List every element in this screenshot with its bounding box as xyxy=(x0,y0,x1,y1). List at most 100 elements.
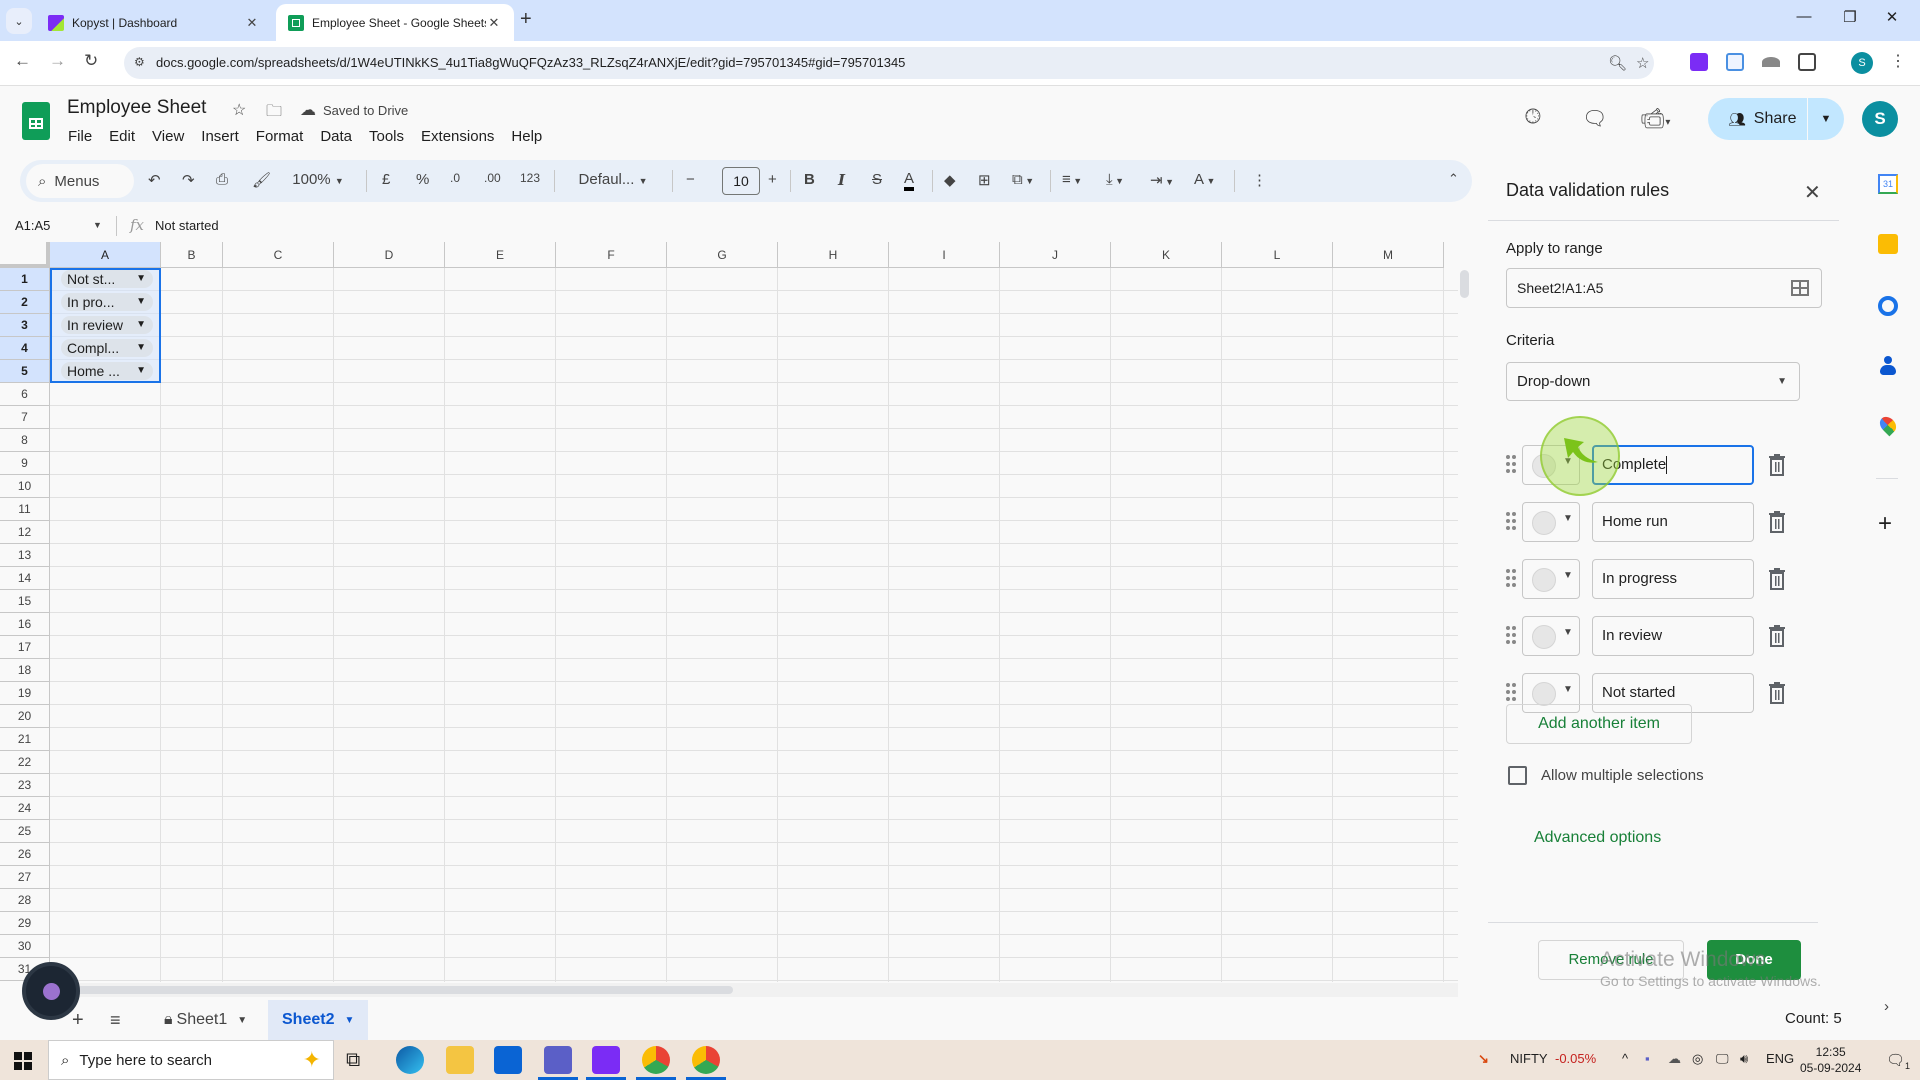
percent-button[interactable]: % xyxy=(416,171,429,188)
dropdown-chip-a2[interactable]: In pro... ▼ xyxy=(61,293,153,311)
row-header-5[interactable]: 5 xyxy=(0,360,50,383)
bookmark-star-icon[interactable]: ☆ xyxy=(1636,54,1649,72)
print-icon[interactable]: ⎙ xyxy=(216,171,228,188)
column-header-d[interactable]: D xyxy=(334,242,445,268)
row-header-13[interactable]: 13 xyxy=(0,544,50,567)
more-options-icon[interactable]: ⋮ xyxy=(1252,171,1267,189)
back-button[interactable]: ← xyxy=(14,51,31,71)
move-folder-icon[interactable]: 🗀 xyxy=(266,100,282,127)
network-icon[interactable]: 🖵︎ xyxy=(1716,1051,1729,1067)
item-color-picker[interactable]: ▼ xyxy=(1522,559,1580,599)
row-header-24[interactable]: 24 xyxy=(0,797,50,820)
row-header-4[interactable]: 4 xyxy=(0,337,50,360)
row-header-22[interactable]: 22 xyxy=(0,751,50,774)
teams-icon[interactable] xyxy=(538,1046,578,1080)
forward-button[interactable]: → xyxy=(49,51,66,71)
meet-icon[interactable]: 📹︎▾ xyxy=(1640,106,1670,131)
menu-format[interactable]: Format xyxy=(256,128,304,145)
share-button[interactable]: 👥︎ Share ▼ xyxy=(1708,98,1844,140)
name-box-dropdown-icon[interactable]: ▼ xyxy=(93,220,102,230)
item-input[interactable]: Home run xyxy=(1592,502,1754,542)
menu-extensions[interactable]: Extensions xyxy=(421,128,494,145)
row-header-21[interactable]: 21 xyxy=(0,728,50,751)
scroll-thumb[interactable] xyxy=(50,986,733,994)
add-another-item-button[interactable]: Add another item xyxy=(1506,704,1692,744)
chrome-profile-a-icon[interactable] xyxy=(636,1046,676,1080)
dropdown-chip-a3[interactable]: In review ▼ xyxy=(61,316,153,334)
menu-tools[interactable]: Tools xyxy=(369,128,404,145)
row-header-7[interactable]: 7 xyxy=(0,406,50,429)
row-header-10[interactable]: 10 xyxy=(0,475,50,498)
spreadsheet-grid[interactable]: ABCDEFGHIJKLM 1 2 3 4 5 6 7 8 9 10 11 12 13 14 15 16 17 1… xyxy=(0,242,1458,982)
get-addons-icon[interactable]: + xyxy=(1878,510,1892,538)
file-explorer-icon[interactable] xyxy=(446,1046,474,1074)
paint-format-icon[interactable]: 🖌︎ xyxy=(252,171,271,189)
row-header-26[interactable]: 26 xyxy=(0,843,50,866)
row-header-17[interactable]: 17 xyxy=(0,636,50,659)
font-size-increase-button[interactable]: + xyxy=(768,171,777,188)
share-dropdown-icon[interactable]: ▼ xyxy=(1808,113,1844,125)
number-format-button[interactable]: 123 xyxy=(520,171,540,185)
extensions-puzzle-icon[interactable] xyxy=(1798,53,1816,71)
browser-tab-kopyst[interactable]: Kopyst | Dashboard ✕ xyxy=(36,4,272,41)
taskbar-search[interactable]: ⌕ Type here to search ✦ xyxy=(48,1040,334,1080)
bold-button[interactable]: B xyxy=(804,171,815,188)
tasks-icon[interactable] xyxy=(1878,296,1898,316)
all-sheets-button[interactable]: ≡ xyxy=(96,1000,135,1040)
new-tab-button[interactable]: + xyxy=(520,8,532,31)
comments-icon[interactable]: 🗨︎ xyxy=(1582,106,1607,131)
volume-icon[interactable]: 🔊︎ xyxy=(1740,1051,1748,1067)
column-header-g[interactable]: G xyxy=(667,242,778,268)
delete-item-icon[interactable] xyxy=(1768,568,1786,590)
selection-count[interactable]: Count: 5 xyxy=(1785,1010,1842,1027)
show-side-panel-icon[interactable]: › xyxy=(1884,998,1889,1015)
increase-decimal-button[interactable]: .00 xyxy=(484,171,501,185)
italic-button[interactable]: I xyxy=(838,171,845,189)
onedrive-icon[interactable]: ☁ xyxy=(1668,1051,1681,1067)
row-header-30[interactable]: 30 xyxy=(0,935,50,958)
vertical-scrollbar[interactable] xyxy=(1460,270,1469,298)
criteria-select[interactable]: Drop-down ▼ xyxy=(1506,362,1800,401)
tab-search-button[interactable]: ⌄ xyxy=(6,8,32,34)
column-header-m[interactable]: M xyxy=(1333,242,1444,268)
drag-handle-icon[interactable] xyxy=(1506,512,1518,532)
keep-icon[interactable] xyxy=(1878,234,1898,254)
sheets-logo[interactable] xyxy=(22,102,50,140)
account-avatar[interactable]: S xyxy=(1862,101,1898,137)
close-tab-icon[interactable]: ✕ xyxy=(486,15,502,31)
row-header-19[interactable]: 19 xyxy=(0,682,50,705)
row-header-14[interactable]: 14 xyxy=(0,567,50,590)
menu-view[interactable]: View xyxy=(152,128,184,145)
restore-button[interactable]: ❐ xyxy=(1830,8,1870,26)
row-header-25[interactable]: 25 xyxy=(0,820,50,843)
row-header-15[interactable]: 15 xyxy=(0,590,50,613)
row-header-23[interactable]: 23 xyxy=(0,774,50,797)
drag-handle-icon[interactable] xyxy=(1506,683,1518,703)
text-color-icon[interactable]: A xyxy=(904,171,915,191)
clock[interactable]: 12:35 05-09-2024 xyxy=(1800,1044,1861,1076)
formula-input[interactable]: Not started xyxy=(155,218,219,233)
camera-icon[interactable]: ◎ xyxy=(1692,1051,1703,1067)
column-header-k[interactable]: K xyxy=(1111,242,1222,268)
browser-profile-avatar[interactable]: S xyxy=(1851,52,1873,74)
text-rotation-icon[interactable]: A ▼ xyxy=(1194,171,1215,188)
vertical-align-icon[interactable]: ⤓ ▼ xyxy=(1106,171,1124,188)
row-header-28[interactable]: 28 xyxy=(0,889,50,912)
chrome-profile-s-icon[interactable] xyxy=(686,1046,726,1080)
column-header-j[interactable]: J xyxy=(1000,242,1111,268)
menu-help[interactable]: Help xyxy=(511,128,542,145)
drag-handle-icon[interactable] xyxy=(1506,569,1518,589)
reload-button[interactable]: ↻ xyxy=(84,51,98,71)
delete-item-icon[interactable] xyxy=(1768,454,1786,476)
select-all-corner[interactable] xyxy=(0,242,50,268)
sheet-dropdown-icon[interactable]: ▼ xyxy=(344,1015,354,1026)
column-header-l[interactable]: L xyxy=(1222,242,1333,268)
menu-edit[interactable]: Edit xyxy=(109,128,135,145)
sheet-dropdown-icon[interactable]: ▼ xyxy=(237,1015,247,1026)
zoom-select[interactable]: 100% ▼ xyxy=(288,171,348,188)
extension-arc-icon[interactable] xyxy=(1762,57,1780,67)
item-input[interactable]: In review xyxy=(1592,616,1754,656)
dropdown-chip-a4[interactable]: Compl... ▼ xyxy=(61,339,153,357)
sheet-tab-sheet1[interactable]: 🔒︎ Sheet1 ▼ xyxy=(150,1000,261,1040)
menu-data[interactable]: Data xyxy=(320,128,352,145)
